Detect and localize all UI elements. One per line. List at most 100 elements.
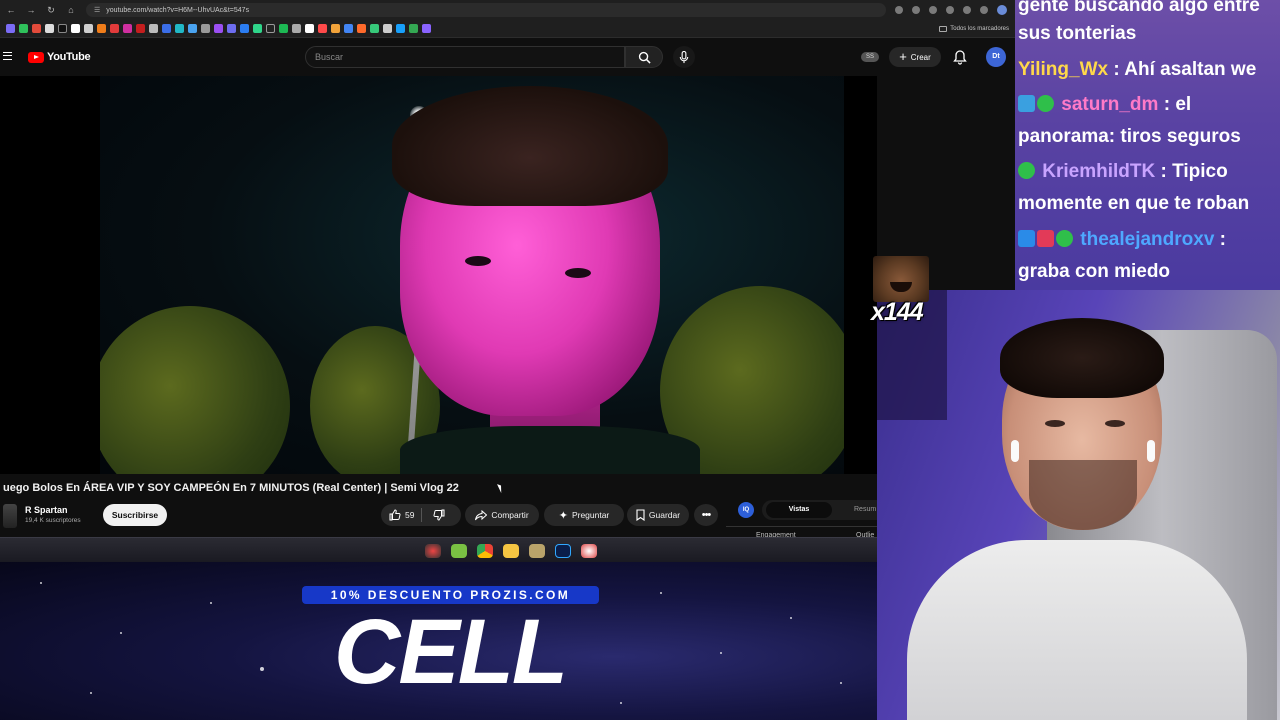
chat-text: Ahí asaltan we bbox=[1124, 59, 1257, 80]
dock-app-icon[interactable] bbox=[529, 544, 545, 558]
sponsor-banner: 10% DESCUENTO PROZIS.COM CELL bbox=[0, 562, 877, 720]
ask-label: Preguntar bbox=[571, 510, 610, 520]
voice-search-button[interactable] bbox=[673, 46, 695, 68]
back-icon[interactable]: ← bbox=[2, 1, 20, 19]
bookmark-favicon[interactable] bbox=[305, 24, 314, 33]
video-title: uego Bolos En ÁREA VIP Y SOY CAMPEÓN En … bbox=[3, 482, 459, 494]
bookmark-favicon[interactable] bbox=[357, 24, 366, 33]
home-icon[interactable]: ⌂ bbox=[62, 1, 80, 19]
share-icon bbox=[475, 509, 488, 520]
star bbox=[260, 667, 264, 671]
share-button[interactable]: Compartir bbox=[465, 504, 539, 526]
bookmark-favicon[interactable] bbox=[266, 24, 275, 33]
all-bookmarks-folder[interactable]: Todos los marcadores bbox=[939, 25, 1015, 32]
dock-app-icon[interactable] bbox=[503, 544, 519, 558]
ss-extension-badge[interactable]: SS bbox=[861, 52, 879, 62]
browser-window: ← → ↻ ⌂ ☰ youtube.com/watch?v=H6M--UhvUA… bbox=[0, 0, 1015, 562]
bookmark-favicon[interactable] bbox=[253, 24, 262, 33]
bookmark-favicon[interactable] bbox=[19, 24, 28, 33]
bookmark-favicon[interactable] bbox=[201, 24, 210, 33]
like-button[interactable]: 59 bbox=[389, 504, 414, 526]
bookmark-favicon[interactable] bbox=[188, 24, 197, 33]
vip-badge-icon bbox=[1018, 230, 1035, 247]
bookmark-favicon[interactable] bbox=[45, 24, 54, 33]
bookmark-favicon[interactable] bbox=[123, 24, 132, 33]
vidiq-icon[interactable]: IQ bbox=[738, 502, 754, 518]
profile-icon[interactable] bbox=[997, 5, 1007, 15]
bookmark-favicon[interactable] bbox=[318, 24, 327, 33]
star-icon[interactable] bbox=[929, 6, 937, 14]
account-avatar[interactable]: Dt bbox=[986, 47, 1006, 67]
bookmark-favicon[interactable] bbox=[214, 24, 223, 33]
dock-app-icon[interactable] bbox=[451, 544, 467, 558]
video-player[interactable] bbox=[0, 76, 877, 474]
bookmark-favicon[interactable] bbox=[227, 24, 236, 33]
dislike-button[interactable] bbox=[433, 508, 445, 526]
bookmark-favicon[interactable] bbox=[97, 24, 106, 33]
eye-right bbox=[565, 268, 591, 278]
dock-app-icon[interactable] bbox=[581, 544, 597, 558]
ask-button[interactable]: ✦ Preguntar bbox=[544, 504, 624, 526]
cast-icon[interactable] bbox=[912, 6, 920, 14]
search-button[interactable] bbox=[625, 46, 663, 68]
bookmark-favicon[interactable] bbox=[136, 24, 145, 33]
tab-summary[interactable]: Resum bbox=[854, 502, 876, 518]
url-field[interactable]: ☰ youtube.com/watch?v=H6M--UhvUAc&t=547s bbox=[86, 3, 886, 17]
bookmark-favicon[interactable] bbox=[110, 24, 119, 33]
bookmark-favicon[interactable] bbox=[175, 24, 184, 33]
bookmark-favicon[interactable] bbox=[149, 24, 158, 33]
chat-username: KriemhildTK bbox=[1042, 161, 1156, 182]
chat-separator: : bbox=[1108, 59, 1125, 80]
channel-name[interactable]: R Spartan bbox=[25, 505, 68, 515]
zoom-icon[interactable] bbox=[895, 6, 903, 14]
share-label: Compartir bbox=[491, 510, 529, 520]
bookmark-favicon[interactable] bbox=[162, 24, 171, 33]
bookmark-favicon[interactable] bbox=[6, 24, 15, 33]
bookmark-favicon[interactable] bbox=[370, 24, 379, 33]
create-button[interactable]: + Crear bbox=[889, 47, 941, 67]
like-divider bbox=[421, 508, 422, 522]
notifications-button[interactable] bbox=[952, 49, 968, 65]
bookmark-favicon[interactable] bbox=[84, 24, 93, 33]
reload-icon[interactable]: ↻ bbox=[42, 1, 60, 19]
bookmark-favicon[interactable] bbox=[240, 24, 249, 33]
forward-icon[interactable]: → bbox=[22, 1, 40, 19]
video-frame bbox=[100, 76, 844, 474]
save-button[interactable]: Guardar bbox=[627, 504, 689, 526]
bookmark-favicon[interactable] bbox=[292, 24, 301, 33]
chat-message: momente en que te roban bbox=[1018, 188, 1249, 220]
browser-toolbar-icons bbox=[895, 5, 1015, 15]
extensions-puzzle-icon[interactable] bbox=[963, 6, 971, 14]
streamer-shirt bbox=[907, 540, 1247, 720]
photoshop-icon[interactable] bbox=[555, 544, 571, 558]
extension-icon[interactable] bbox=[946, 6, 954, 14]
subscribe-button[interactable]: Suscribirse bbox=[103, 504, 167, 526]
bookmark-favicon[interactable] bbox=[396, 24, 405, 33]
bookmark-favicon[interactable] bbox=[409, 24, 418, 33]
star bbox=[90, 692, 92, 694]
bookmark-favicon[interactable] bbox=[58, 24, 67, 33]
chrome-icon[interactable] bbox=[477, 544, 493, 558]
menu-icon[interactable] bbox=[3, 52, 12, 60]
sub-badge-icon bbox=[1056, 230, 1073, 247]
tab-views[interactable]: Vistas bbox=[766, 502, 832, 518]
dock-app-icon[interactable] bbox=[425, 544, 441, 558]
bookmark-favicon[interactable] bbox=[71, 24, 80, 33]
chat-message: graba con miedo bbox=[1018, 256, 1170, 288]
site-info-icon[interactable]: ☰ bbox=[94, 6, 100, 14]
youtube-play-logo-icon bbox=[28, 51, 44, 63]
search-input[interactable]: Buscar bbox=[305, 46, 625, 68]
bookmark-favicon[interactable] bbox=[331, 24, 340, 33]
bookmark-favicon[interactable] bbox=[279, 24, 288, 33]
youtube-logo[interactable]: YouTube bbox=[28, 51, 91, 63]
star bbox=[840, 682, 842, 684]
bookmark-favicon[interactable] bbox=[32, 24, 41, 33]
bookmark-favicon[interactable] bbox=[383, 24, 392, 33]
background-bush bbox=[100, 306, 290, 474]
bookmark-favicon[interactable] bbox=[422, 24, 431, 33]
channel-avatar[interactable] bbox=[3, 504, 17, 528]
more-actions-button[interactable]: ••• bbox=[694, 504, 718, 526]
chat-text: el bbox=[1175, 94, 1192, 115]
bookmark-favicon[interactable] bbox=[344, 24, 353, 33]
reading-list-icon[interactable] bbox=[980, 6, 988, 14]
